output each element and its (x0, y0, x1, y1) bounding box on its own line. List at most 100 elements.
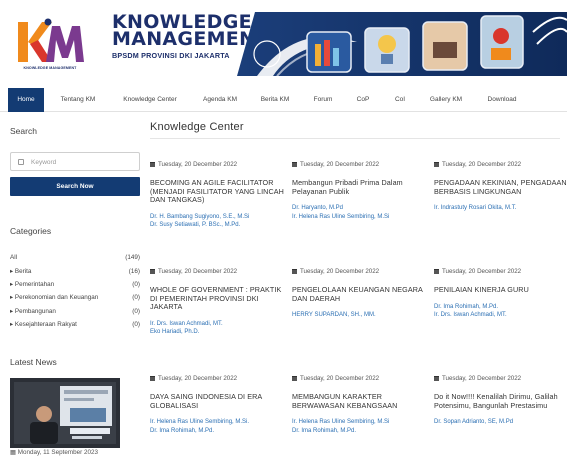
author-link[interactable]: Dr. Sopan Adrianto, SE, M.Pd (434, 418, 567, 426)
category-item-all[interactable]: All (149) (10, 254, 140, 264)
calendar-icon (292, 268, 297, 274)
category-count: (0) (132, 321, 140, 328)
article-card[interactable]: Tuesday, 20 December 2022 BECOMING AN AG… (150, 159, 288, 230)
calendar-icon (434, 375, 439, 381)
article-date: Tuesday, 20 December 2022 (292, 373, 430, 383)
article-title[interactable]: WHOLE OF GOVERNMENT : PRAKTIK DI PEMERIN… (150, 285, 288, 312)
article-title[interactable]: PENGELOLAAN KEUANGAN NEGARA DAN DAERAH (292, 285, 430, 303)
article-date: Tuesday, 20 December 2022 (434, 373, 567, 383)
latest-news-thumbnail[interactable] (10, 378, 120, 448)
category-label: ▸ Perekonomian dan Keuangan (10, 294, 99, 301)
author-link[interactable]: Dr. Susy Setiawati, P. BSc., M.Pd. (150, 221, 288, 229)
nav-coi[interactable]: CoI (390, 88, 410, 112)
nav-knowledge-center[interactable]: Knowledge Center (116, 88, 184, 112)
category-label: ▸ Pembangunan (10, 308, 56, 315)
author-link[interactable]: Dr. Haryanto, M.Pd (292, 204, 430, 212)
article-date-text: Tuesday, 20 December 2022 (442, 160, 522, 168)
search-now-button[interactable]: Search Now (10, 177, 140, 196)
article-authors: Ir. Drs. Iswan Achmadi, MT. Eko Hariadi,… (150, 320, 288, 337)
header-banner-image (237, 12, 567, 76)
search-field (10, 152, 140, 171)
nav-agenda-km[interactable]: Agenda KM (196, 88, 244, 112)
article-title[interactable]: DAYA SAING INDONESIA DI ERA GLOBALISASI (150, 392, 288, 410)
nav-cop[interactable]: CoP (352, 88, 374, 112)
nav-berita-km[interactable]: Berita KM (254, 88, 296, 112)
article-card[interactable]: Tuesday, 20 December 2022 WHOLE OF GOVER… (150, 266, 288, 337)
article-card[interactable]: Tuesday, 20 December 2022 PENGADAAN KEKI… (434, 159, 567, 213)
category-count: (16) (128, 268, 140, 275)
article-title[interactable]: Do it Now!!!! Kenalilah Dirimu, Galilah … (434, 392, 567, 410)
article-date-text: Tuesday, 20 December 2022 (158, 160, 238, 168)
page-title: Knowledge Center (150, 121, 244, 133)
nav-home[interactable]: Home (8, 88, 44, 112)
article-date: Tuesday, 20 December 2022 (434, 266, 567, 276)
article-date-text: Tuesday, 20 December 2022 (300, 374, 380, 382)
author-link[interactable]: Dr. Ima Rohimah, M.Pd. (434, 303, 567, 311)
nav-download[interactable]: Download (482, 88, 522, 112)
article-date-text: Tuesday, 20 December 2022 (442, 374, 522, 382)
article-date: Tuesday, 20 December 2022 (434, 159, 567, 169)
category-item-pembangunan[interactable]: ▸ Pembangunan (0) (10, 308, 140, 318)
search-heading: Search (10, 126, 37, 136)
article-title[interactable]: PENILAIAN KINERJA GURU (434, 285, 567, 295)
article-date: Tuesday, 20 December 2022 (150, 373, 288, 383)
author-link[interactable]: Ir. Drs. Iswan Achmadi, MT. (434, 311, 567, 319)
author-link[interactable]: Dr. H. Bambang Sugiyono, S.E., M.Si (150, 213, 288, 221)
article-date-text: Tuesday, 20 December 2022 (300, 267, 380, 275)
article-authors: Ir. Indrastuty Rosari Okita, M.T. (434, 204, 567, 212)
article-card[interactable]: Tuesday, 20 December 2022 Membangun Prib… (292, 159, 430, 221)
article-date: Tuesday, 20 December 2022 (292, 266, 430, 276)
calendar-icon (434, 161, 439, 167)
article-title[interactable]: MEMBANGUN KARAKTER BERWAWASAN KEBANGSAAN (292, 392, 430, 410)
main-nav: Home Tentang KM Knowledge Center Agenda … (0, 88, 567, 112)
category-label: ▸ Berita (10, 268, 32, 275)
category-item-kesejahteraan[interactable]: ▸ Kesejahteraan Rakyat (0) (10, 321, 140, 331)
article-date-text: Tuesday, 20 December 2022 (300, 160, 380, 168)
author-link[interactable]: Ir. Drs. Iswan Achmadi, MT. (150, 320, 288, 328)
category-item-perekonomian[interactable]: ▸ Perekonomian dan Keuangan (0) (10, 294, 140, 304)
article-authors: Dr. Ima Rohimah, M.Pd. Ir. Drs. Iswan Ac… (434, 303, 567, 320)
article-card[interactable]: Tuesday, 20 December 2022 PENILAIAN KINE… (434, 266, 567, 319)
calendar-icon (150, 375, 155, 381)
author-link[interactable]: Dr. Ima Rohimah, M.Pd. (292, 427, 430, 435)
article-title[interactable]: BECOMING AN AGILE FACILITATOR (MENJADI F… (150, 178, 288, 205)
author-link[interactable]: Ir. Helena Ras Uline Sembiring, M.Si (292, 213, 430, 221)
author-link[interactable]: Ir. Helena Ras Uline Sembiring, M.Si (292, 418, 430, 426)
nav-gallery-km[interactable]: Gallery KM (424, 88, 468, 112)
article-date: Tuesday, 20 December 2022 (150, 266, 288, 276)
search-input[interactable] (31, 155, 135, 169)
article-card[interactable]: Tuesday, 20 December 2022 PENGELOLAAN KE… (292, 266, 430, 320)
author-link[interactable]: Ir. Indrastuty Rosari Okita, M.T. (434, 204, 567, 212)
category-item-pemerintahan[interactable]: ▸ Pemerintahan (0) (10, 281, 140, 291)
author-link[interactable]: Ir. Helena Ras Uline Sembiring, M.Si. (150, 418, 288, 426)
category-item-berita[interactable]: ▸ Berita (16) (10, 268, 140, 278)
title-divider (150, 138, 560, 139)
latest-news-date-text: Monday, 11 September 2023 (17, 449, 98, 456)
article-authors: Dr. H. Bambang Sugiyono, S.E., M.Si Dr. … (150, 213, 288, 230)
category-count: (149) (125, 254, 140, 261)
article-title[interactable]: Membangun Pribadi Prima Dalam Pelayanan … (292, 178, 430, 196)
article-authors: HERRY SUPARDAN, SH., MM. (292, 311, 430, 319)
category-count: (0) (132, 281, 140, 288)
category-count: (0) (132, 308, 140, 315)
article-authors: Ir. Helena Ras Uline Sembiring, M.Si Dr.… (292, 418, 430, 435)
article-date: Tuesday, 20 December 2022 (292, 159, 430, 169)
author-link[interactable]: HERRY SUPARDAN, SH., MM. (292, 311, 430, 319)
article-authors: Ir. Helena Ras Uline Sembiring, M.Si. Dr… (150, 418, 288, 435)
article-title[interactable]: PENGADAAN KEKINIAN, PENGADAAN BERBASIS L… (434, 178, 567, 196)
calendar-icon (434, 268, 439, 274)
author-link[interactable]: Eko Hariadi, Ph.D. (150, 328, 288, 336)
latest-news-heading: Latest News (10, 357, 57, 367)
article-date-text: Tuesday, 20 December 2022 (442, 267, 522, 275)
article-card[interactable]: Tuesday, 20 December 2022 DAYA SAING IND… (150, 373, 288, 435)
author-link[interactable]: Dr. Ima Rohimah, M.Pd. (150, 427, 288, 435)
nav-forum[interactable]: Forum (308, 88, 338, 112)
article-date: Tuesday, 20 December 2022 (150, 159, 288, 169)
nav-tentang-km[interactable]: Tentang KM (50, 88, 106, 112)
article-card[interactable]: Tuesday, 20 December 2022 MEMBANGUN KARA… (292, 373, 430, 435)
article-card[interactable]: Tuesday, 20 December 2022 Do it Now!!!! … (434, 373, 567, 427)
article-authors: Dr. Haryanto, M.Pd Ir. Helena Ras Uline … (292, 204, 430, 221)
category-label: ▸ Kesejahteraan Rakyat (10, 321, 77, 328)
article-date-text: Tuesday, 20 December 2022 (158, 267, 238, 275)
calendar-icon (292, 161, 297, 167)
